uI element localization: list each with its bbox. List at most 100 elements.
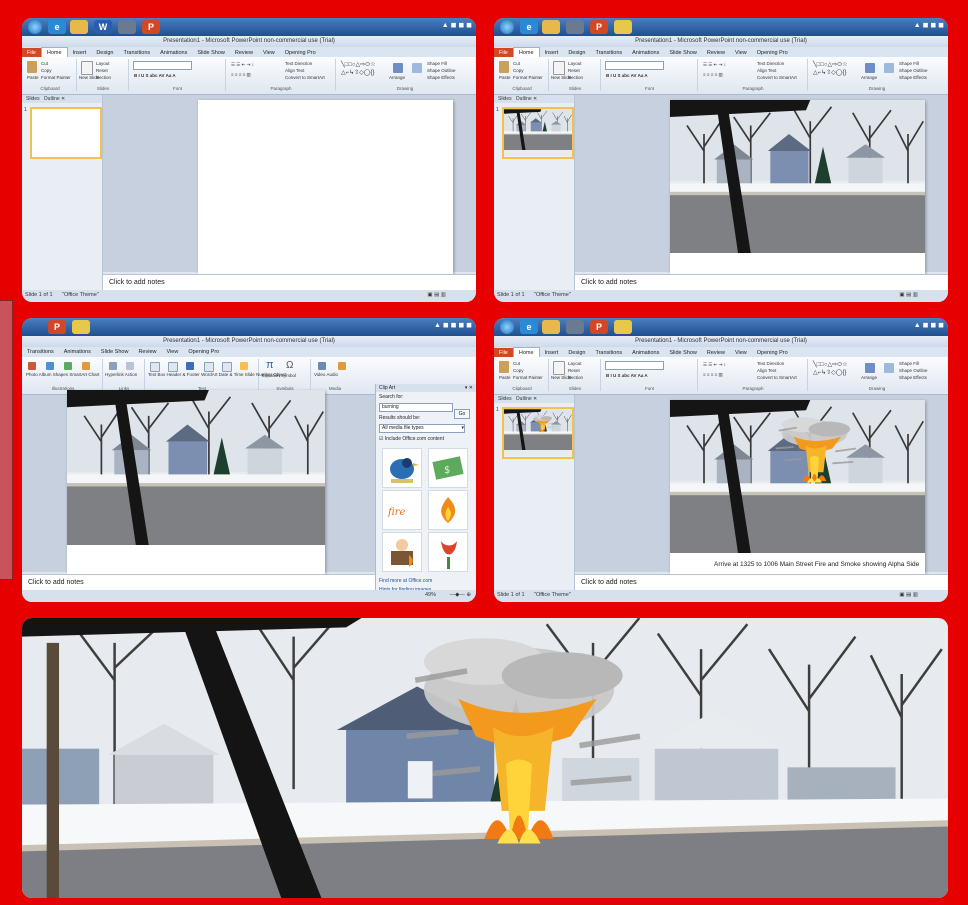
header-footer-icon[interactable]	[168, 362, 178, 372]
shape-outline-button[interactable]: Shape Outline	[899, 68, 928, 73]
list-buttons[interactable]: ☰ ☰ ⇤ ⇥ ↕	[703, 62, 726, 68]
symbol-icon[interactable]: Ω	[286, 360, 293, 371]
arrange-icon[interactable]	[393, 63, 403, 73]
shapes-gallery-row[interactable]: △⌐↳⇧◇◯{}	[341, 69, 375, 76]
chart-icon[interactable]	[82, 362, 90, 370]
search-input[interactable]: burning	[379, 403, 453, 412]
equation-icon[interactable]: π	[266, 359, 274, 371]
paste-icon[interactable]	[499, 361, 509, 373]
copy-button[interactable]: Copy	[41, 68, 52, 73]
list-buttons[interactable]: ☰ ☰ ⇤ ⇥ ↕	[703, 362, 726, 368]
shapes-gallery-row[interactable]: △⌐↳⇧◇◯{}	[813, 69, 847, 76]
shapes-icon[interactable]	[46, 362, 54, 370]
calculator-icon[interactable]	[566, 20, 584, 34]
tab-outline[interactable]: Outline	[44, 96, 60, 102]
video-icon[interactable]	[318, 362, 326, 370]
include-office-checkbox[interactable]: ☑ Include Office.com content	[376, 434, 476, 444]
photo-slide[interactable]	[67, 390, 325, 574]
start-button[interactable]	[28, 20, 42, 34]
view-buttons[interactable]: ▣ ▤ ▥	[427, 292, 446, 298]
format-painter-button[interactable]: Format Painter	[513, 75, 543, 80]
font-format-buttons[interactable]: B I U S abc AV Aa A	[606, 73, 648, 78]
shape-fill-button[interactable]: Shape Fill	[427, 61, 447, 66]
clip-item-bird[interactable]	[382, 448, 422, 488]
smartart-icon[interactable]	[64, 362, 72, 370]
tab-outline[interactable]: Outline	[516, 96, 532, 102]
text-direction-button[interactable]: Text Direction	[757, 361, 784, 366]
arrange-icon[interactable]	[865, 63, 875, 73]
app-icon[interactable]	[72, 320, 90, 334]
shape-outline-button[interactable]: Shape Outline	[899, 368, 928, 373]
font-name-field[interactable]	[605, 361, 664, 370]
ie-icon[interactable]: e	[520, 320, 538, 334]
folder-icon[interactable]	[542, 20, 560, 34]
tab-view[interactable]: View	[162, 347, 184, 357]
text-box-icon[interactable]	[150, 362, 160, 372]
powerpoint-icon[interactable]: P	[590, 20, 608, 34]
shapes-gallery[interactable]: ╲□□○△⇨⬭☆	[813, 61, 848, 69]
view-buttons[interactable]: ▣ ▤ ▥	[899, 292, 918, 298]
photo-slide[interactable]	[670, 100, 925, 281]
word-icon[interactable]: W	[94, 20, 112, 34]
shape-fill-button[interactable]: Shape Fill	[899, 61, 919, 66]
quick-styles-icon[interactable]	[884, 63, 894, 73]
slide-thumbnail[interactable]	[30, 107, 102, 159]
align-buttons[interactable]: ≡ ≡ ≡ ≡ ▥	[703, 372, 723, 378]
clip-item-money[interactable]: $	[428, 448, 468, 488]
align-buttons[interactable]: ≡ ≡ ≡ ≡ ▥	[231, 72, 251, 78]
new-slide-icon[interactable]	[553, 361, 565, 375]
smartart-button[interactable]: Convert to SmartArt	[757, 375, 797, 380]
view-buttons[interactable]: ▣ ▤ ▥	[899, 592, 918, 598]
layout-button[interactable]: Layout	[568, 361, 582, 366]
folder-icon[interactable]	[542, 320, 560, 334]
calculator-icon[interactable]	[118, 20, 136, 34]
cut-button[interactable]: Cut	[41, 61, 48, 66]
go-button[interactable]: Go	[454, 409, 470, 419]
blank-slide[interactable]	[198, 100, 453, 281]
reset-button[interactable]: Reset	[96, 68, 108, 73]
list-buttons[interactable]: ☰ ☰ ⇤ ⇥ ↕	[231, 62, 254, 68]
new-slide-icon[interactable]	[81, 61, 93, 75]
notes-area[interactable]: Click to add notes	[575, 574, 948, 590]
powerpoint-icon[interactable]: P	[142, 20, 160, 34]
shape-outline-button[interactable]: Shape Outline	[427, 68, 456, 73]
copy-button[interactable]: Copy	[513, 68, 524, 73]
start-button[interactable]	[500, 320, 514, 334]
format-painter-button[interactable]: Format Painter	[513, 375, 543, 380]
align-text-button[interactable]: Align Text	[757, 368, 776, 373]
shapes-gallery[interactable]: ╲□□○△⇨⬭☆	[813, 361, 848, 369]
cut-button[interactable]: Cut	[513, 61, 520, 66]
shape-effects-button[interactable]: Shape Effects	[899, 75, 927, 80]
quick-styles-icon[interactable]	[884, 363, 894, 373]
street-photo[interactable]	[67, 390, 325, 545]
section-button[interactable]: Section	[568, 375, 583, 380]
folder-icon[interactable]	[70, 20, 88, 34]
section-button[interactable]: Section	[96, 75, 111, 80]
photo-album-icon[interactable]	[28, 362, 36, 370]
ie-icon[interactable]: e	[520, 20, 538, 34]
street-fire-photo[interactable]	[670, 400, 925, 553]
app-icon[interactable]	[614, 320, 632, 334]
new-slide-icon[interactable]	[553, 61, 565, 75]
text-direction-button[interactable]: Text Direction	[757, 61, 784, 66]
tab-transitions[interactable]: Transitions	[22, 347, 59, 357]
smartart-button[interactable]: Convert to SmartArt	[757, 75, 797, 80]
clip-item-fire-text[interactable]: fire	[382, 490, 422, 530]
smartart-button[interactable]: Convert to SmartArt	[285, 75, 325, 80]
slide-number-icon[interactable]	[222, 362, 232, 372]
quick-styles-icon[interactable]	[412, 63, 422, 73]
close-icon[interactable]: ▾ ✕	[465, 385, 473, 391]
zoom-slider[interactable]: —◆— ⊕	[450, 592, 471, 598]
text-direction-button[interactable]: Text Direction	[285, 61, 312, 66]
hyperlink-icon[interactable]	[109, 362, 117, 370]
tab-outline[interactable]: Outline	[516, 396, 532, 402]
copy-button[interactable]: Copy	[513, 368, 524, 373]
tab-opening-pro[interactable]: Opening Pro	[183, 347, 224, 357]
layout-button[interactable]: Layout	[568, 61, 582, 66]
wordart-icon[interactable]	[186, 362, 194, 370]
notes-area[interactable]: Click to add notes	[22, 574, 376, 590]
street-photo[interactable]	[670, 100, 925, 253]
powerpoint-icon[interactable]: P	[590, 320, 608, 334]
action-icon[interactable]	[126, 362, 134, 370]
slide-thumbnail[interactable]	[502, 407, 574, 459]
